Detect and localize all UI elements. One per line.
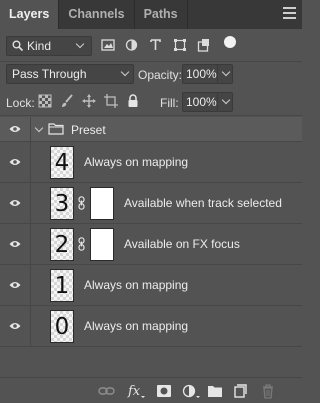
- link-layers-icon[interactable]: [98, 383, 116, 399]
- blend-mode-select[interactable]: Pass Through: [6, 64, 134, 84]
- fill-label: Fill:: [160, 96, 179, 110]
- lock-bar: Lock: Fill: 100%: [0, 88, 302, 116]
- chevron-down-icon: [120, 67, 130, 77]
- adjustment-layer-icon[interactable]: [182, 383, 200, 399]
- type-layer-filter-icon[interactable]: [149, 38, 173, 54]
- lock-all-icon[interactable]: [126, 94, 148, 110]
- layers-list: Preset 4 Always on mapping 3 Available w…: [0, 117, 302, 377]
- opacity-value: 100%: [186, 67, 217, 81]
- eye-icon[interactable]: [9, 322, 21, 330]
- eye-icon[interactable]: [9, 125, 21, 133]
- link-icon[interactable]: [78, 237, 85, 251]
- filter-bar: Kind: [0, 29, 302, 62]
- chevron-down-icon[interactable]: [34, 123, 44, 133]
- fx-icon[interactable]: fx: [127, 383, 145, 399]
- layer-thumbnail: 3: [50, 187, 74, 220]
- visibility-column: [0, 117, 31, 141]
- fill-field[interactable]: 100%: [182, 92, 233, 112]
- link-icon[interactable]: [78, 196, 85, 210]
- tab-channels[interactable]: Channels: [59, 0, 133, 29]
- layer-group-preset[interactable]: Preset: [0, 117, 302, 142]
- pixel-layer-filter-icon[interactable]: [101, 38, 125, 54]
- blend-bar: Pass Through Opacity: 100%: [0, 62, 302, 88]
- eye-icon[interactable]: [9, 240, 21, 248]
- lock-icons: [38, 94, 148, 110]
- adjustment-layer-filter-icon[interactable]: [125, 38, 149, 54]
- new-layer-icon[interactable]: [233, 383, 249, 399]
- panel-tabs: Layers Channels Paths: [0, 0, 302, 29]
- thumbnail-glyph: 1: [54, 273, 70, 299]
- thumbnail-glyph: 3: [54, 191, 70, 217]
- chevron-down-icon: [75, 39, 85, 49]
- layer-name: Always on mapping: [84, 319, 189, 333]
- visibility-column: [0, 306, 31, 346]
- lock-image-pixels-icon[interactable]: [60, 94, 82, 110]
- chevron-down-icon[interactable]: [221, 95, 231, 105]
- shape-layer-filter-icon[interactable]: [173, 38, 197, 54]
- filter-toggle[interactable]: [224, 36, 236, 48]
- layer-row[interactable]: 4 Always on mapping: [0, 142, 302, 183]
- tab-divider: [186, 0, 188, 29]
- folder-icon: [48, 123, 64, 135]
- search-icon: [12, 40, 24, 52]
- layer-mask-thumbnail[interactable]: [90, 228, 114, 261]
- blend-mode-value: Pass Through: [12, 67, 87, 81]
- layer-thumbnail: 2: [50, 228, 74, 261]
- tab-paths[interactable]: Paths: [135, 0, 187, 29]
- panel-menu-icon[interactable]: [283, 7, 296, 19]
- layer-thumbnail: 4: [50, 146, 74, 179]
- layer-mask-thumbnail[interactable]: [90, 187, 114, 220]
- delete-icon[interactable]: [260, 383, 276, 399]
- visibility-column: [0, 265, 31, 305]
- visibility-column: [0, 224, 31, 264]
- fill-value: 100%: [186, 95, 217, 109]
- lock-position-icon[interactable]: [82, 94, 104, 110]
- layer-row[interactable]: 3 Available when track selected: [0, 183, 302, 224]
- layer-thumbnail: 0: [50, 310, 74, 343]
- filter-kind-label: Kind: [27, 39, 52, 53]
- layer-row[interactable]: 2 Available on FX focus: [0, 224, 302, 265]
- opacity-label: Opacity:: [138, 68, 183, 82]
- tab-layers[interactable]: Layers: [0, 0, 59, 29]
- layers-bottom-bar: fx: [0, 377, 302, 403]
- thumbnail-glyph: 4: [54, 150, 70, 176]
- smart-object-filter-icon[interactable]: [197, 38, 221, 54]
- layer-row[interactable]: 0 Always on mapping: [0, 306, 302, 347]
- layer-row[interactable]: 1 Always on mapping: [0, 265, 302, 306]
- new-group-icon[interactable]: [207, 383, 223, 399]
- visibility-column: [0, 142, 31, 182]
- layer-thumbnail: 1: [50, 269, 74, 302]
- filter-icons: [101, 38, 221, 54]
- layer-name: Always on mapping: [84, 278, 189, 292]
- opacity-field[interactable]: 100%: [182, 64, 233, 84]
- visibility-column: [0, 183, 31, 223]
- eye-icon[interactable]: [9, 199, 21, 207]
- layer-name: Available on FX focus: [124, 237, 240, 251]
- layer-name: Available when track selected: [124, 196, 282, 210]
- lock-transparent-pixels-icon[interactable]: [38, 94, 60, 110]
- thumbnail-glyph: 2: [54, 232, 70, 258]
- svg-text:fx: fx: [127, 384, 141, 399]
- lock-label: Lock:: [6, 96, 35, 110]
- layer-name: Always on mapping: [84, 155, 189, 169]
- add-mask-icon[interactable]: [156, 383, 172, 399]
- lock-artboard-icon[interactable]: [104, 94, 126, 110]
- filter-kind-select[interactable]: Kind: [6, 36, 92, 56]
- thumbnail-glyph: 0: [54, 314, 70, 340]
- eye-icon[interactable]: [9, 281, 21, 289]
- eye-icon[interactable]: [9, 158, 21, 166]
- chevron-down-icon[interactable]: [221, 67, 231, 77]
- group-name: Preset: [71, 123, 106, 137]
